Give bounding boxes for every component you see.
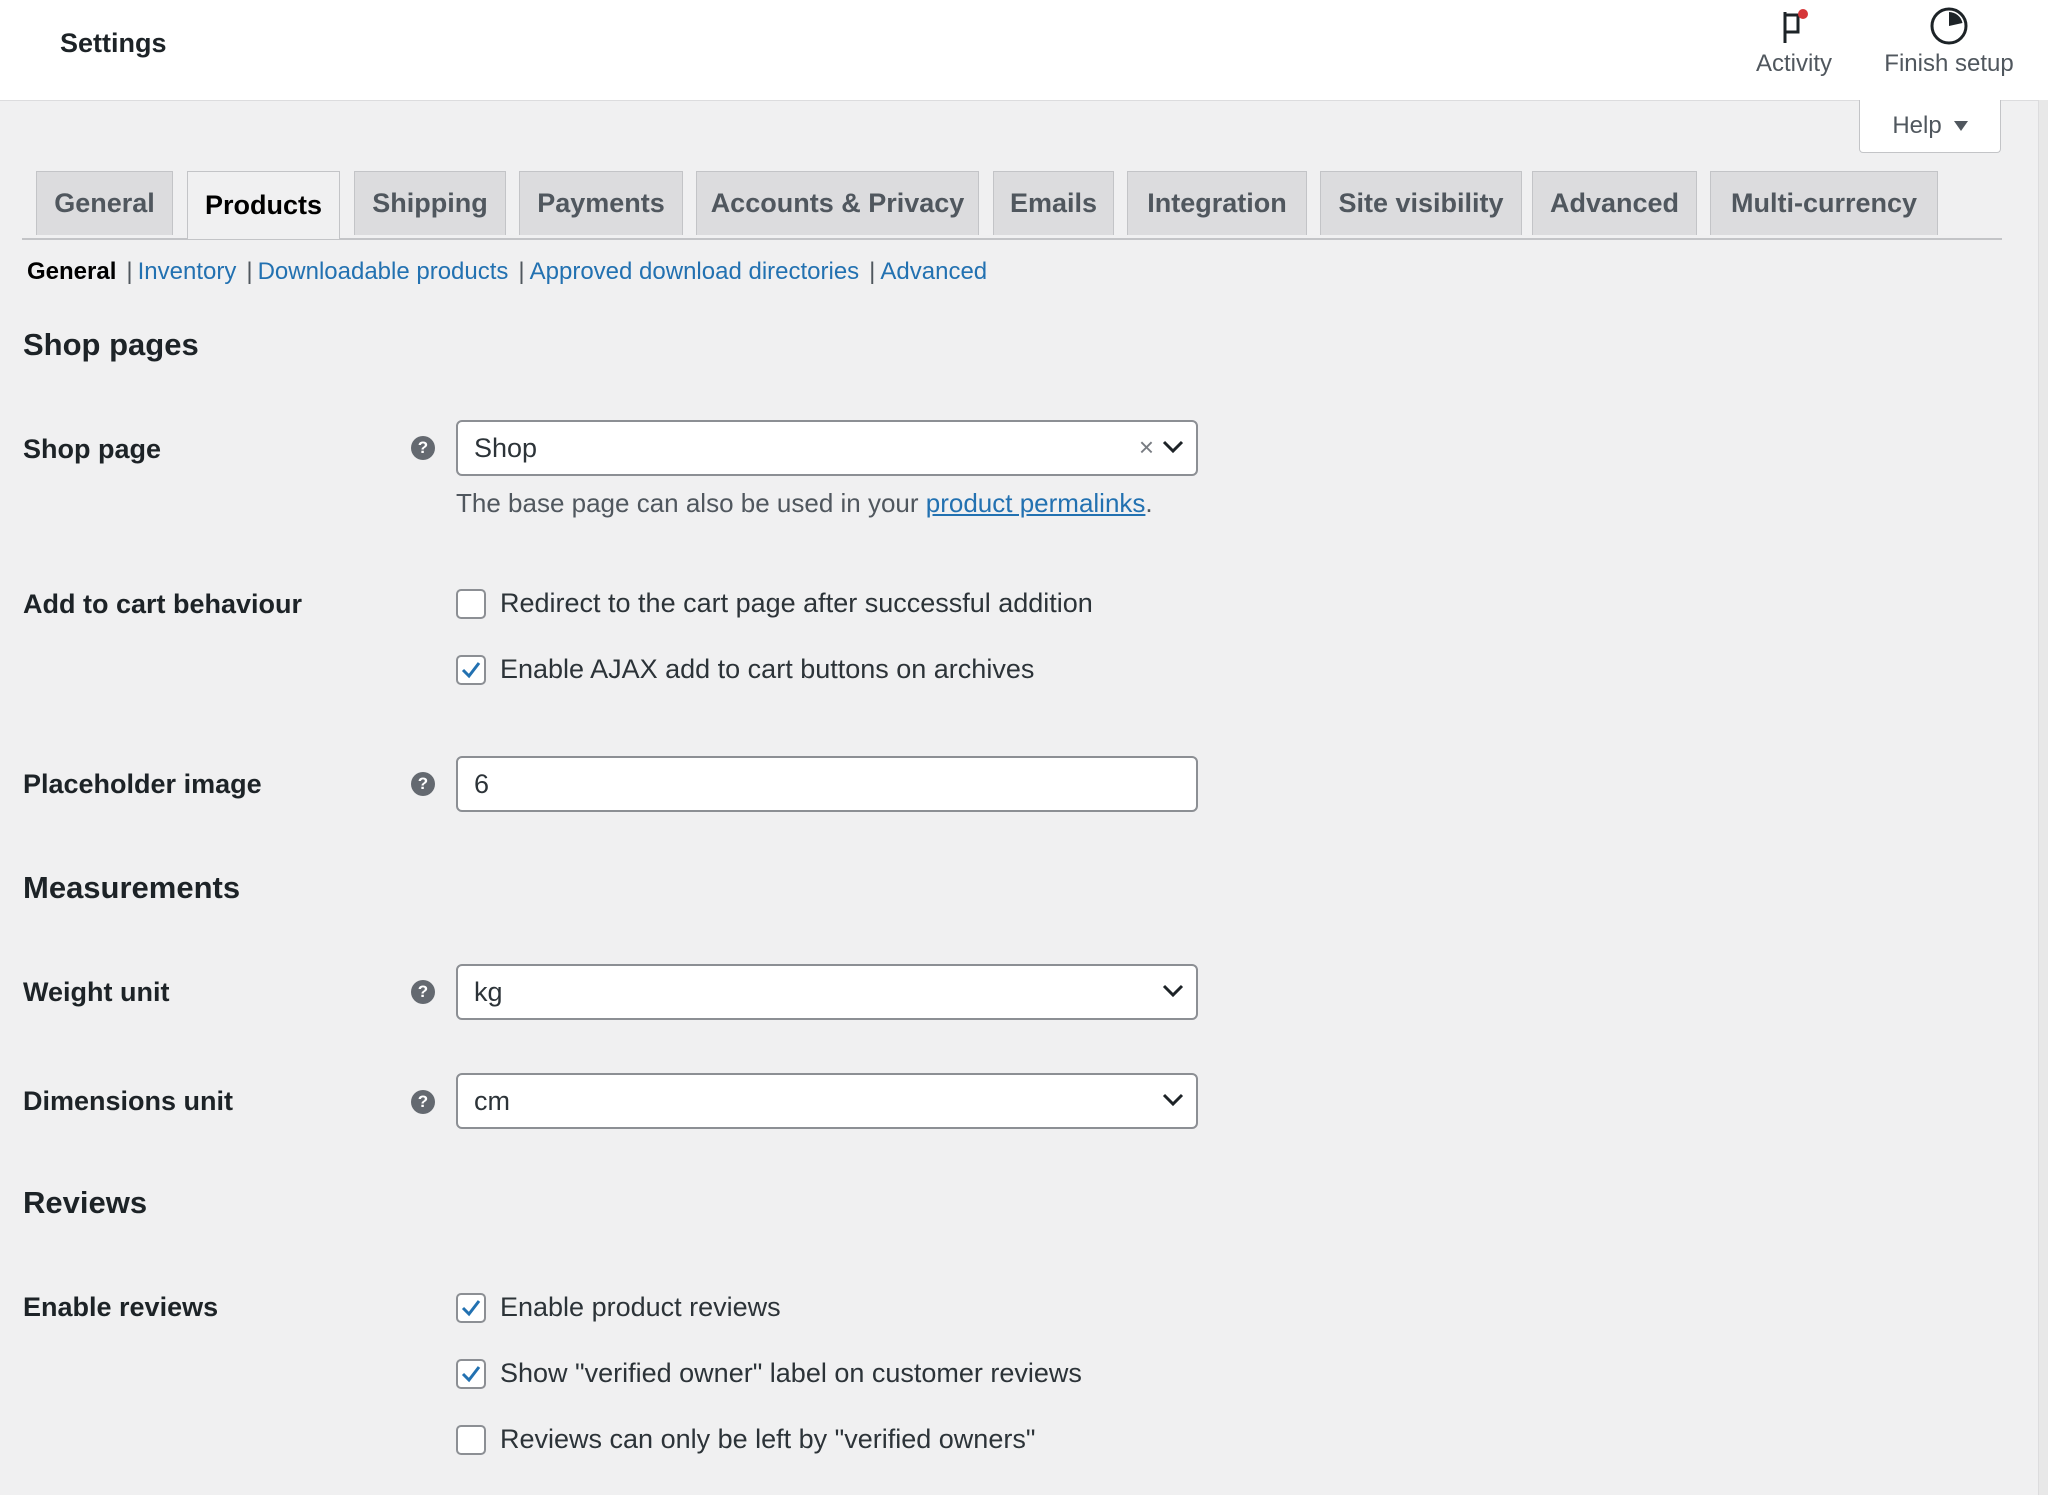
flag-icon (1774, 6, 1814, 46)
help-button[interactable]: Help (1859, 100, 2001, 153)
help-icon[interactable]: ? (411, 980, 435, 1004)
tab-site-visibility[interactable]: Site visibility (1320, 171, 1522, 235)
tab-payments[interactable]: Payments (519, 171, 683, 235)
checkmark-icon (459, 658, 483, 682)
tab-integration[interactable]: Integration (1127, 171, 1307, 235)
placeholder-image-value: 6 (474, 769, 489, 800)
placeholder-image-label: Placeholder image (23, 769, 262, 800)
section-heading-reviews: Reviews (23, 1185, 147, 1221)
verified-owners-only-checkbox[interactable] (456, 1425, 486, 1455)
verified-owner-label-option[interactable]: Show "verified owner" label on customer … (456, 1358, 1082, 1389)
weight-unit-select[interactable]: kg (456, 964, 1198, 1020)
settings-tabs: General Products Shipping Payments Accou… (22, 171, 2002, 240)
page-title: Settings (60, 28, 167, 59)
ajax-add-to-cart-option[interactable]: Enable AJAX add to cart buttons on archi… (456, 654, 1034, 685)
dimensions-unit-value: cm (474, 1086, 510, 1117)
tab-accounts-privacy[interactable]: Accounts & Privacy (696, 171, 979, 235)
subnav-inventory[interactable]: Inventory (138, 258, 237, 285)
finish-setup-label: Finish setup (1884, 50, 2013, 77)
enable-product-reviews-label: Enable product reviews (500, 1292, 781, 1323)
ajax-add-to-cart-label: Enable AJAX add to cart buttons on archi… (500, 654, 1034, 685)
clear-icon[interactable]: × (1139, 432, 1154, 463)
tab-emails[interactable]: Emails (993, 171, 1114, 235)
scrollbar[interactable] (2038, 100, 2048, 1495)
enable-product-reviews-option[interactable]: Enable product reviews (456, 1292, 781, 1323)
placeholder-image-input[interactable]: 6 (456, 756, 1198, 812)
tab-general[interactable]: General (36, 171, 173, 235)
tab-advanced[interactable]: Advanced (1532, 171, 1697, 235)
progress-circle-icon (1929, 6, 1969, 46)
help-icon[interactable]: ? (411, 436, 435, 460)
weight-unit-label: Weight unit (23, 977, 169, 1008)
tab-products[interactable]: Products (187, 171, 340, 239)
chevron-down-icon (1162, 984, 1184, 998)
section-heading-shop-pages: Shop pages (23, 327, 199, 363)
subnav-approved-download-directories[interactable]: Approved download directories (530, 258, 860, 285)
enable-product-reviews-checkbox[interactable] (456, 1293, 486, 1323)
weight-unit-value: kg (474, 977, 503, 1008)
tab-shipping[interactable]: Shipping (354, 171, 506, 235)
subnav-advanced[interactable]: Advanced (880, 258, 987, 285)
shop-page-description: The base page can also be used in your p… (456, 488, 1153, 519)
product-permalinks-link[interactable]: product permalinks (926, 488, 1146, 518)
ajax-add-to-cart-checkbox[interactable] (456, 655, 486, 685)
shop-page-label: Shop page (23, 434, 161, 465)
chevron-down-icon (1162, 440, 1184, 454)
activity-label: Activity (1756, 50, 1832, 77)
subnav-downloadable-products[interactable]: Downloadable products (258, 258, 509, 285)
sub-navigation: General|Inventory|Downloadable products|… (27, 258, 987, 286)
dimensions-unit-select[interactable]: cm (456, 1073, 1198, 1129)
redirect-to-cart-label: Redirect to the cart page after successf… (500, 588, 1093, 619)
shop-page-value: Shop (474, 433, 537, 464)
chevron-down-icon (1162, 1093, 1184, 1107)
dimensions-unit-label: Dimensions unit (23, 1086, 233, 1117)
section-heading-measurements: Measurements (23, 870, 240, 906)
verified-owner-label-checkbox[interactable] (456, 1359, 486, 1389)
redirect-to-cart-checkbox[interactable] (456, 589, 486, 619)
shop-page-select[interactable]: Shop × (456, 420, 1198, 476)
tab-multi-currency[interactable]: Multi-currency (1710, 171, 1938, 235)
checkmark-icon (459, 1296, 483, 1320)
redirect-to-cart-option[interactable]: Redirect to the cart page after successf… (456, 588, 1093, 619)
finish-setup-button[interactable]: Finish setup (1877, 6, 2021, 78)
enable-reviews-label: Enable reviews (23, 1292, 218, 1323)
verified-owners-only-option[interactable]: Reviews can only be left by "verified ow… (456, 1424, 1035, 1455)
activity-button[interactable]: Activity (1750, 6, 1838, 78)
help-icon[interactable]: ? (411, 1090, 435, 1114)
help-icon[interactable]: ? (411, 772, 435, 796)
checkmark-icon (459, 1362, 483, 1386)
add-to-cart-label: Add to cart behaviour (23, 589, 302, 620)
help-label: Help (1892, 112, 1941, 140)
caret-down-icon (1954, 121, 1968, 131)
verified-owner-label-text: Show "verified owner" label on customer … (500, 1358, 1082, 1389)
top-bar: Settings Activity Finish setup (0, 0, 2048, 101)
subnav-general: General (27, 258, 116, 285)
verified-owners-only-label: Reviews can only be left by "verified ow… (500, 1424, 1035, 1455)
